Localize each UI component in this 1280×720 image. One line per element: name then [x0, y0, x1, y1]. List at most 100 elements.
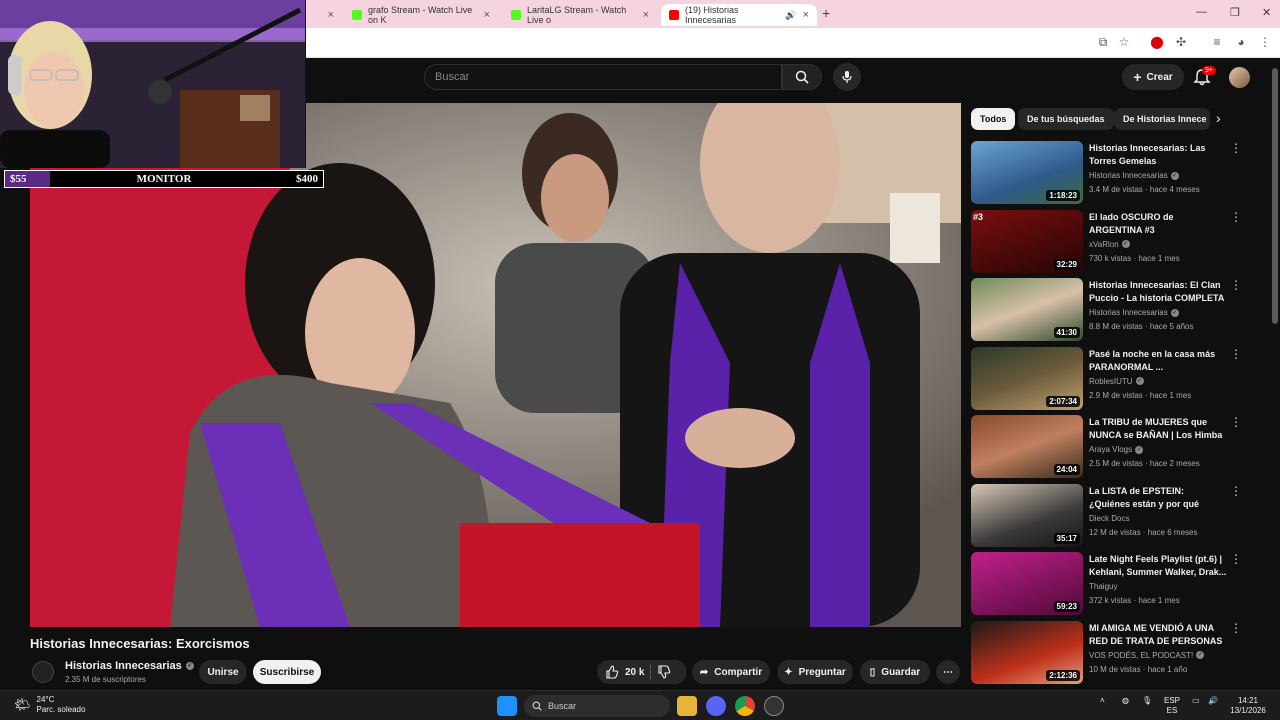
clock[interactable]: 14:21 13/1/2026 [1226, 696, 1270, 716]
create-button[interactable]: + Crear [1122, 64, 1184, 90]
tab-partial[interactable]: × [306, 4, 342, 26]
chip-from-searches[interactable]: De tus búsquedas [1018, 108, 1114, 130]
recommendation-title[interactable]: Historias Innecesarias: Las Torres Gemel… [1089, 142, 1227, 168]
video-thumbnail[interactable]: 2:12:36 [971, 620, 1083, 684]
recommendation-item[interactable]: 1:18:23 Historias Innecesarias: Las Torre… [971, 141, 1251, 205]
tray-app-icon[interactable]: ◍ [1122, 696, 1129, 706]
channel-name-row[interactable]: Historias Innecesarias ✓ [65, 660, 194, 672]
maximize-icon[interactable]: ❐ [1230, 6, 1240, 19]
more-options-icon[interactable]: ⋮ [1230, 348, 1242, 360]
recommendation-title[interactable]: Historias Innecesarias: El Clan Puccio -… [1089, 279, 1227, 305]
recommendation-title[interactable]: La LISTA de EPSTEIN: ¿Quiénes están y po… [1089, 485, 1227, 512]
bookmark-star-icon[interactable]: ☆ [1117, 35, 1131, 49]
recommendation-item[interactable]: 35:17 La LISTA de EPSTEIN: ¿Quiénes están… [971, 483, 1251, 548]
close-tab-icon[interactable]: × [803, 9, 809, 21]
profile-icon[interactable]: ◕ [1234, 35, 1248, 49]
extensions-puzzle-icon[interactable]: ✣ [1174, 35, 1188, 49]
video-thumbnail[interactable]: #3 32:29 [971, 209, 1083, 273]
search-input[interactable]: Buscar [424, 64, 782, 90]
browser-menu-icon[interactable]: ⋮ [1258, 35, 1272, 49]
close-tab-icon[interactable]: × [328, 9, 334, 21]
recommendation-item[interactable]: 24:04 La TRIBU de MUJERES que NUNCA se BA… [971, 415, 1251, 479]
language-indicator[interactable]: ESP ES [1164, 696, 1180, 716]
recommendation-title[interactable]: Pasé la noche en la casa más PARANORMAL … [1089, 348, 1227, 374]
close-window-icon[interactable]: ✕ [1262, 6, 1271, 19]
recommendation-channel[interactable]: RoblesIUTU ✓ [1089, 377, 1144, 386]
ask-button[interactable]: ✦ Preguntar [777, 660, 853, 684]
recommendation-item[interactable]: 2:07:34 Pasé la noche en la casa más PARA… [971, 346, 1251, 411]
recommendation-item[interactable]: 2:12:36 MI AMIGA ME VENDIÓ A UNA RED DE T… [971, 620, 1251, 685]
video-thumbnail[interactable]: 59:23 [971, 552, 1083, 615]
more-options-icon[interactable]: ⋮ [1230, 622, 1242, 634]
reading-list-icon[interactable]: ≡ [1210, 35, 1224, 49]
close-tab-icon[interactable]: × [643, 9, 649, 21]
chip-from-channel[interactable]: De Historias Innece [1114, 108, 1210, 130]
recommendation-meta: 12 M de vistas · hace 6 meses [1089, 527, 1198, 537]
video-thumbnail[interactable]: 24:04 [971, 415, 1083, 478]
search-button[interactable] [782, 64, 822, 90]
voice-search-button[interactable] [833, 63, 861, 91]
extension-red-icon[interactable]: ⬤ [1150, 35, 1164, 49]
recommendation-title[interactable]: Late Night Feels Playlist (pt.6) | Kehla… [1089, 553, 1227, 579]
video-thumbnail[interactable]: 35:17 [971, 483, 1083, 547]
tray-mic-icon[interactable]: 🎙 [1142, 696, 1152, 706]
video-thumbnail[interactable]: 1:18:23 [971, 141, 1083, 204]
recommendation-meta: 8.8 M de vistas · hace 5 años [1089, 322, 1194, 331]
more-options-icon[interactable]: ⋮ [1230, 279, 1242, 291]
recommendation-channel[interactable]: Historias Innecesarias ✓ [1089, 171, 1179, 180]
tab-kick-1[interactable]: grafo Stream - Watch Live on K × [344, 4, 498, 26]
webcam-overlay [0, 0, 306, 168]
share-button[interactable]: ➦ Compartir [692, 660, 770, 684]
tray-chevron-icon[interactable]: ˄ [1100, 696, 1105, 706]
network-icon[interactable]: ▭ [1192, 696, 1200, 706]
recommendation-channel[interactable]: Araya Vlogs ✓ [1089, 445, 1144, 454]
join-button[interactable]: Unirse [199, 660, 247, 684]
verified-icon: ✓ [1121, 240, 1130, 248]
obs-icon[interactable] [764, 696, 784, 716]
more-actions-button[interactable]: ⋯ [936, 660, 960, 684]
save-button[interactable]: ▯ Guardar [860, 660, 930, 684]
close-tab-icon[interactable]: × [484, 9, 490, 21]
recommendation-channel[interactable]: Dieck Docs [1089, 514, 1129, 523]
video-thumbnail[interactable]: 2:07:34 [971, 346, 1083, 410]
recommendation-title[interactable]: El lado OSCURO de ARGENTINA #3 [1089, 211, 1227, 237]
windows-start-icon[interactable] [497, 696, 517, 716]
volume-icon[interactable]: 🔊 [1208, 696, 1218, 706]
recommendation-title[interactable]: La TRIBU de MUJERES que NUNCA se BAÑAN |… [1089, 416, 1227, 442]
file-explorer-icon[interactable] [677, 696, 697, 716]
tab-kick-2[interactable]: LaritaLG Stream - Watch Live o × [503, 4, 657, 26]
dislike-icon[interactable] [657, 665, 671, 679]
minimize-icon[interactable]: — [1196, 6, 1207, 18]
like-count[interactable]: 20 k [625, 667, 644, 678]
more-options-icon[interactable]: ⋮ [1230, 142, 1242, 154]
chip-all[interactable]: Todos [971, 108, 1016, 130]
recommendation-channel[interactable]: VOS PODÉS, EL PODCAST! ✓ [1089, 651, 1205, 660]
account-avatar[interactable] [1229, 67, 1250, 88]
taskbar-search[interactable]: Buscar [524, 695, 670, 717]
tab-youtube[interactable]: (19) Historias Innecesarias 🔊 × [661, 4, 817, 26]
discord-icon[interactable] [706, 696, 726, 716]
more-options-icon[interactable]: ⋮ [1230, 485, 1242, 497]
recommendation-item[interactable]: #3 32:29 El lado OSCURO de ARGENTINA #3 xVa… [971, 209, 1251, 274]
channel-avatar[interactable] [32, 661, 54, 683]
video-thumbnail[interactable]: 41:30 [971, 278, 1083, 341]
more-options-icon[interactable]: ⋮ [1230, 211, 1242, 223]
more-options-icon[interactable]: ⋮ [1230, 416, 1242, 428]
chevron-right-icon[interactable]: › [1216, 110, 1221, 126]
subscribe-button[interactable]: Suscribirse [253, 660, 321, 684]
recommendation-channel[interactable]: Thaiguy [1089, 582, 1117, 591]
page-scrollbar[interactable] [1272, 68, 1278, 324]
recommendation-channel[interactable]: Historias Innecesarias ✓ [1089, 308, 1179, 317]
recommendation-item[interactable]: 59:23 Late Night Feels Playlist (pt.6) | … [971, 552, 1251, 616]
recommendation-title[interactable]: MI AMIGA ME VENDIÓ A UNA RED DE TRATA DE… [1089, 622, 1227, 649]
recommendation-channel[interactable]: xVaRlon ✓ [1089, 240, 1130, 249]
install-app-icon[interactable]: ⧉ [1096, 35, 1110, 49]
weather-widget[interactable]: 🌤 24°C Parc. soleado [14, 695, 85, 715]
recommendation-item[interactable]: 41:30 Historias Innecesarias: El Clan Puc… [971, 278, 1251, 342]
like-icon[interactable] [605, 665, 619, 679]
new-tab-icon[interactable]: + [822, 5, 830, 21]
chrome-icon[interactable] [735, 696, 755, 716]
more-options-icon[interactable]: ⋮ [1230, 553, 1242, 565]
speaker-icon[interactable]: 🔊 [785, 10, 796, 21]
channel-name[interactable]: Historias Innecesarias [65, 660, 182, 672]
